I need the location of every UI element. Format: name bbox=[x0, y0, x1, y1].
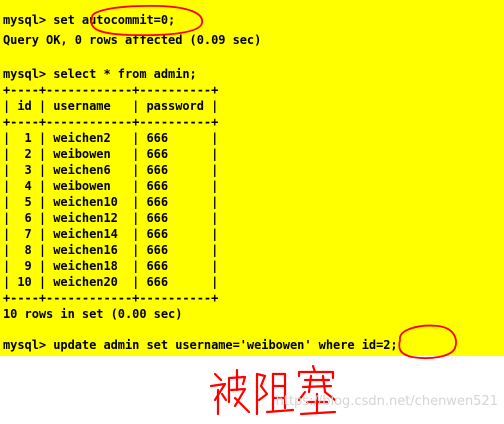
circle-id-annotation bbox=[398, 324, 457, 360]
circle-autocommit-annotation bbox=[90, 4, 203, 37]
handwritten-note bbox=[205, 360, 345, 424]
handwritten-note-strokes bbox=[209, 364, 337, 416]
watermark: https://blog.csdn.net/chenwen521 bbox=[275, 394, 498, 409]
